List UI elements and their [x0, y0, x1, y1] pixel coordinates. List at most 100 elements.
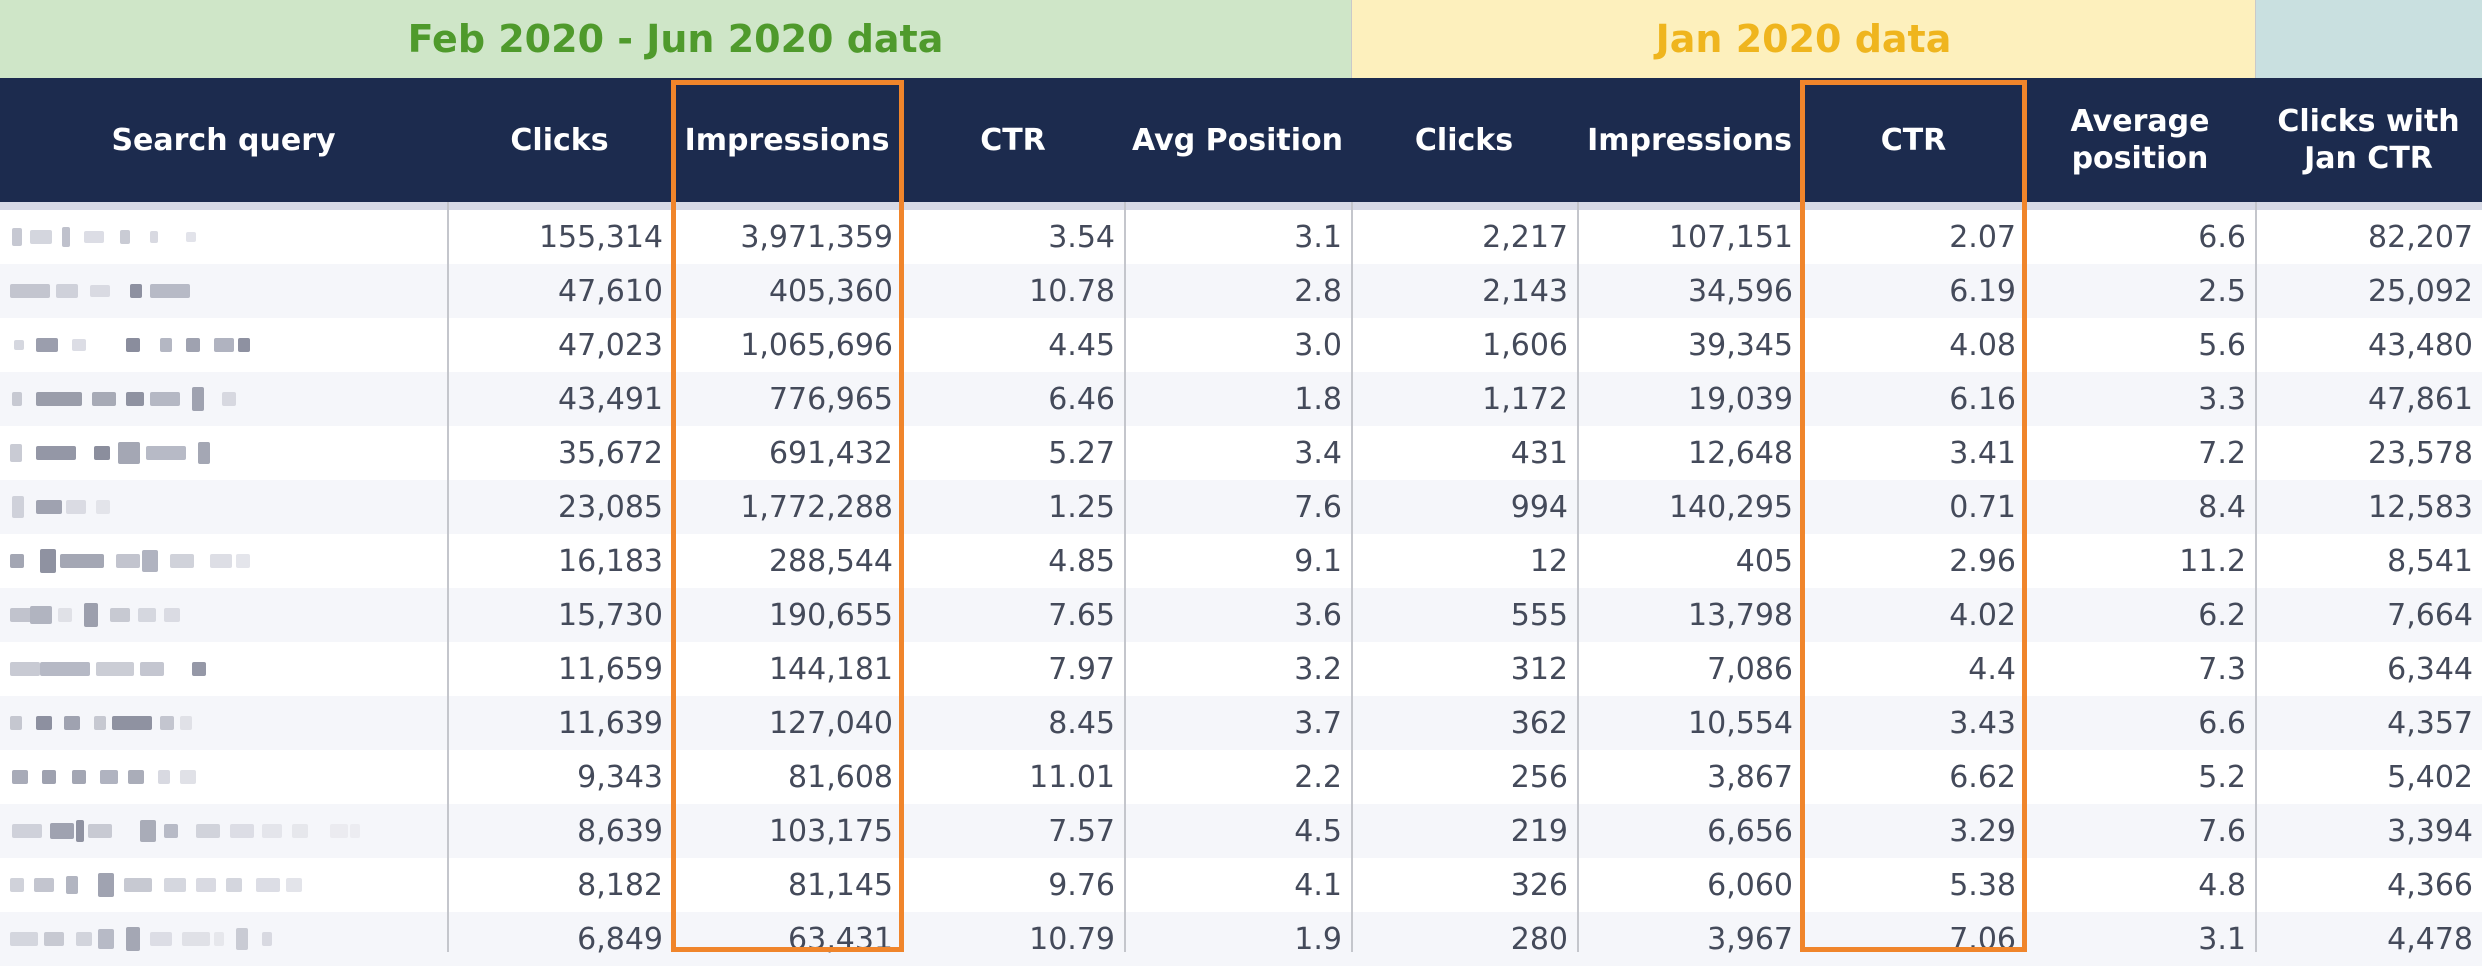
cell-clicks[interactable]: 11,659: [447, 642, 672, 696]
cell-clicks-jan-ctr[interactable]: 4,366: [2255, 858, 2482, 912]
cell-clicks[interactable]: 35,672: [447, 426, 672, 480]
cell-jan-clicks[interactable]: 2,217: [1351, 210, 1577, 264]
cell-jan-avg-position[interactable]: 8.4: [2025, 480, 2255, 534]
cell-clicks-jan-ctr[interactable]: 4,478: [2255, 912, 2482, 966]
table-row[interactable]: 15,730 190,655 7.65 3.6 555 13,798 4.02 6.2 7,66…: [0, 588, 2482, 642]
cell-clicks-jan-ctr[interactable]: 6,344: [2255, 642, 2482, 696]
cell-ctr[interactable]: 6.46: [902, 372, 1124, 426]
cell-jan-impressions[interactable]: 6,060: [1577, 858, 1802, 912]
cell-avg-position[interactable]: 3.0: [1124, 318, 1351, 372]
cell-jan-clicks[interactable]: 256: [1351, 750, 1577, 804]
cell-jan-impressions[interactable]: 39,345: [1577, 318, 1802, 372]
cell-ctr[interactable]: 11.01: [902, 750, 1124, 804]
cell-jan-avg-position[interactable]: 6.6: [2025, 696, 2255, 750]
cell-jan-clicks[interactable]: 994: [1351, 480, 1577, 534]
table-row[interactable]: 155,314 3,971,359 3.54 3.1 2,217 107,151 2.07 6…: [0, 210, 2482, 264]
cell-jan-impressions[interactable]: 12,648: [1577, 426, 1802, 480]
cell-clicks-jan-ctr[interactable]: 25,092: [2255, 264, 2482, 318]
query-cell-blurred[interactable]: [0, 696, 447, 750]
column-header-clicks-jan-ctr[interactable]: Clicks with Jan CTR: [2255, 78, 2482, 202]
cell-ctr[interactable]: 9.76: [902, 858, 1124, 912]
query-cell-blurred[interactable]: [0, 858, 447, 912]
cell-jan-avg-position[interactable]: 6.6: [2025, 210, 2255, 264]
cell-clicks[interactable]: 11,639: [447, 696, 672, 750]
cell-clicks-jan-ctr[interactable]: 4,357: [2255, 696, 2482, 750]
cell-jan-clicks[interactable]: 2,143: [1351, 264, 1577, 318]
query-cell-blurred[interactable]: [0, 534, 447, 588]
query-cell-blurred[interactable]: [0, 804, 447, 858]
cell-jan-clicks[interactable]: 219: [1351, 804, 1577, 858]
cell-clicks-jan-ctr[interactable]: 43,480: [2255, 318, 2482, 372]
cell-jan-avg-position[interactable]: 5.2: [2025, 750, 2255, 804]
query-cell-blurred[interactable]: [0, 642, 447, 696]
cell-avg-position[interactable]: 3.2: [1124, 642, 1351, 696]
table-row[interactable]: 47,023 1,065,696 4.45 3.0 1,606 39,345 4.08 5.6…: [0, 318, 2482, 372]
table-row[interactable]: 43,491 776,965 6.46 1.8 1,172 19,039 6.16 3.3 47…: [0, 372, 2482, 426]
cell-avg-position[interactable]: 2.2: [1124, 750, 1351, 804]
query-cell-blurred[interactable]: [0, 912, 447, 966]
query-cell-blurred[interactable]: [0, 264, 447, 318]
table-row[interactable]: 11,659 144,181 7.97 3.2 312 7,086 4.4 7.3 6,344: [0, 642, 2482, 696]
table-row[interactable]: 23,085 1,772,288 1.25 7.6 994 140,295 0.71 8.4 1…: [0, 480, 2482, 534]
cell-avg-position[interactable]: 1.8: [1124, 372, 1351, 426]
cell-jan-avg-position[interactable]: 6.2: [2025, 588, 2255, 642]
cell-ctr[interactable]: 3.54: [902, 210, 1124, 264]
cell-clicks[interactable]: 47,023: [447, 318, 672, 372]
cell-clicks-jan-ctr[interactable]: 5,402: [2255, 750, 2482, 804]
cell-ctr[interactable]: 1.25: [902, 480, 1124, 534]
cell-clicks[interactable]: 43,491: [447, 372, 672, 426]
cell-jan-clicks[interactable]: 280: [1351, 912, 1577, 966]
column-header-avg-position[interactable]: Avg Position: [1124, 78, 1351, 202]
cell-jan-impressions[interactable]: 34,596: [1577, 264, 1802, 318]
table-row[interactable]: 11,639 127,040 8.45 3.7 362 10,554 3.43 6.6 4,35…: [0, 696, 2482, 750]
cell-jan-impressions[interactable]: 10,554: [1577, 696, 1802, 750]
cell-jan-impressions[interactable]: 6,656: [1577, 804, 1802, 858]
query-cell-blurred[interactable]: [0, 372, 447, 426]
cell-jan-clicks[interactable]: 312: [1351, 642, 1577, 696]
cell-jan-clicks[interactable]: 1,606: [1351, 318, 1577, 372]
cell-avg-position[interactable]: 7.6: [1124, 480, 1351, 534]
column-header-clicks[interactable]: Clicks: [447, 78, 672, 202]
table-row[interactable]: 35,672 691,432 5.27 3.4 431 12,648 3.41 7.2 23,5…: [0, 426, 2482, 480]
column-header-ctr[interactable]: CTR: [902, 78, 1124, 202]
cell-ctr[interactable]: 7.57: [902, 804, 1124, 858]
query-cell-blurred[interactable]: [0, 210, 447, 264]
cell-avg-position[interactable]: 4.1: [1124, 858, 1351, 912]
cell-avg-position[interactable]: 3.6: [1124, 588, 1351, 642]
cell-clicks[interactable]: 23,085: [447, 480, 672, 534]
cell-ctr[interactable]: 10.79: [902, 912, 1124, 966]
cell-clicks[interactable]: 8,182: [447, 858, 672, 912]
cell-jan-impressions[interactable]: 107,151: [1577, 210, 1802, 264]
cell-avg-position[interactable]: 9.1: [1124, 534, 1351, 588]
column-header-jan-avg-position[interactable]: Average position: [2025, 78, 2255, 202]
cell-jan-impressions[interactable]: 140,295: [1577, 480, 1802, 534]
cell-jan-avg-position[interactable]: 3.1: [2025, 912, 2255, 966]
cell-jan-impressions[interactable]: 3,867: [1577, 750, 1802, 804]
cell-clicks[interactable]: 9,343: [447, 750, 672, 804]
table-row[interactable]: 47,610 405,360 10.78 2.8 2,143 34,596 6.19 2.5 2…: [0, 264, 2482, 318]
cell-jan-avg-position[interactable]: 2.5: [2025, 264, 2255, 318]
cell-ctr[interactable]: 7.97: [902, 642, 1124, 696]
cell-clicks[interactable]: 47,610: [447, 264, 672, 318]
cell-clicks-jan-ctr[interactable]: 3,394: [2255, 804, 2482, 858]
query-cell-blurred[interactable]: [0, 588, 447, 642]
table-row[interactable]: 6,849 63,431 10.79 1.9 280 3,967 7.06 3.1 4,478: [0, 912, 2482, 966]
cell-clicks-jan-ctr[interactable]: 47,861: [2255, 372, 2482, 426]
cell-avg-position[interactable]: 2.8: [1124, 264, 1351, 318]
cell-clicks[interactable]: 6,849: [447, 912, 672, 966]
cell-avg-position[interactable]: 1.9: [1124, 912, 1351, 966]
cell-jan-impressions[interactable]: 405: [1577, 534, 1802, 588]
cell-jan-impressions[interactable]: 13,798: [1577, 588, 1802, 642]
cell-avg-position[interactable]: 3.4: [1124, 426, 1351, 480]
cell-clicks[interactable]: 8,639: [447, 804, 672, 858]
cell-jan-clicks[interactable]: 1,172: [1351, 372, 1577, 426]
cell-jan-avg-position[interactable]: 4.8: [2025, 858, 2255, 912]
cell-clicks-jan-ctr[interactable]: 7,664: [2255, 588, 2482, 642]
query-cell-blurred[interactable]: [0, 426, 447, 480]
cell-jan-avg-position[interactable]: 7.3: [2025, 642, 2255, 696]
column-header-jan-clicks[interactable]: Clicks: [1351, 78, 1577, 202]
cell-jan-clicks[interactable]: 555: [1351, 588, 1577, 642]
cell-jan-avg-position[interactable]: 7.2: [2025, 426, 2255, 480]
cell-jan-clicks[interactable]: 431: [1351, 426, 1577, 480]
cell-clicks-jan-ctr[interactable]: 23,578: [2255, 426, 2482, 480]
